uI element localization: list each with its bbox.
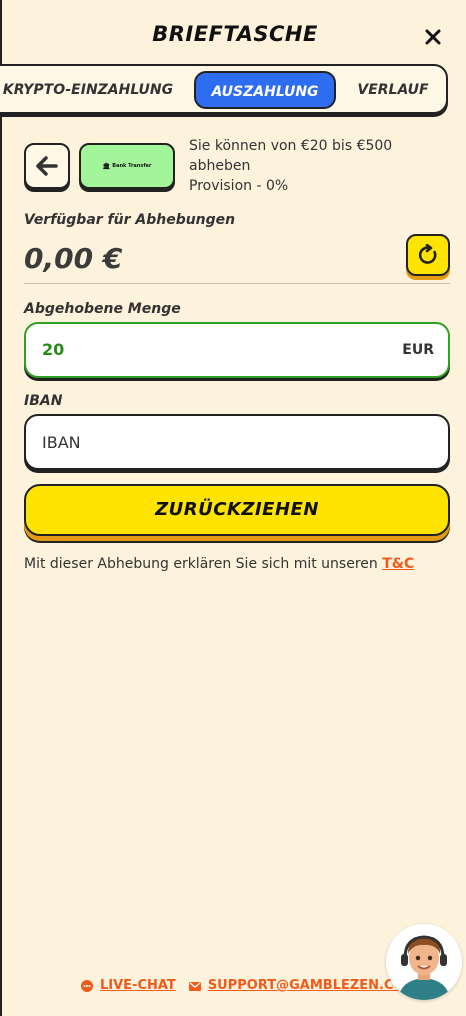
withdrawal-limits-info: Sie können von €20 bis €500 abheben Prov…: [189, 136, 449, 196]
terms-text: Mit dieser Abhebung erklären Sie sich mi…: [24, 556, 414, 572]
terms-sentence: Mit dieser Abhebung erklären Sie sich mi…: [24, 556, 383, 572]
wallet-tabs: KRYPTO-EINZAHLUNG AUSZAHLUNG VERLAUF: [0, 64, 448, 114]
amount-label: Abgehobene Menge: [24, 301, 181, 317]
close-button[interactable]: [422, 26, 444, 48]
close-icon: [425, 29, 441, 45]
payment-method-bank-transfer[interactable]: 🏛 Bank Transfer: [79, 143, 175, 189]
refresh-icon: [418, 244, 437, 264]
commission-text: Provision - 0%: [189, 178, 289, 194]
currency-label: EUR: [402, 342, 434, 358]
footer-links: LIVE-CHAT SUPPORT@GAMBLEZEN.COM: [80, 978, 418, 993]
iban-input[interactable]: IBAN: [24, 414, 450, 470]
back-button[interactable]: [24, 143, 70, 189]
tab-payout[interactable]: AUSZAHLUNG: [194, 71, 336, 109]
iban-placeholder: IBAN: [42, 433, 81, 452]
page-title: BRIEFTASCHE: [152, 22, 318, 46]
refresh-button[interactable]: [406, 234, 450, 276]
arrow-left-icon: [36, 156, 58, 176]
amount-input[interactable]: 20 EUR: [24, 322, 450, 378]
payment-method-label: Bank Transfer: [112, 163, 152, 169]
terms-link[interactable]: T&C: [382, 556, 414, 572]
tab-crypto-deposit[interactable]: KRYPTO-EINZAHLUNG: [0, 71, 178, 109]
withdraw-button[interactable]: ZURÜCKZIEHEN: [24, 484, 450, 536]
limits-text-2: abheben: [189, 158, 251, 174]
limits-text: Sie können von €20 bis €500: [189, 138, 393, 154]
chat-icon: [81, 979, 93, 992]
divider: [24, 283, 450, 284]
available-balance: 0,00 €: [24, 242, 123, 275]
mail-icon: [188, 981, 201, 991]
iban-label: IBAN: [24, 393, 63, 409]
tab-history[interactable]: VERLAUF: [348, 71, 438, 109]
support-email-link[interactable]: SUPPORT@GAMBLEZEN.COM: [208, 978, 418, 993]
support-agent-avatar-icon: [386, 924, 462, 1000]
amount-value: 20: [42, 340, 65, 359]
wallet-modal: BRIEFTASCHE KRYPTO-EINZAHLUNG AUSZAHLUNG…: [0, 0, 466, 1016]
support-avatar[interactable]: [386, 924, 462, 1000]
bank-icon: 🏛: [102, 162, 111, 170]
live-chat-link[interactable]: LIVE-CHAT: [100, 978, 176, 993]
available-label: Verfügbar für Abhebungen: [24, 212, 236, 228]
